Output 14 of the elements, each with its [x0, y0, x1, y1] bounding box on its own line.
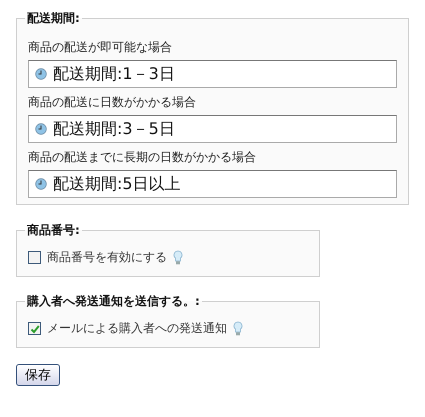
input-field[interactable]: 配送期間:3－5日 — [28, 115, 397, 143]
panel-title: 商品番号: — [26, 222, 81, 239]
field-label: 商品の配送までに長期の日数がかかる場合 — [28, 149, 257, 166]
checkbox-label[interactable]: 商品番号を有効にする — [47, 249, 167, 266]
save-button[interactable]: 保存 — [16, 364, 60, 386]
checkbox[interactable] — [28, 251, 41, 264]
field-label: 商品の配送が即可能な場合 — [28, 39, 173, 56]
input-field[interactable]: 配送期間:5日以上 — [28, 170, 397, 198]
input-field[interactable]: 配送期間:1－3日 — [28, 60, 397, 88]
checkbox[interactable] — [28, 322, 41, 335]
panel-title: 配送期間: — [26, 10, 81, 27]
checkbox-label[interactable]: メールによる購入者への発送通知 — [47, 320, 227, 337]
panel-title: 購入者へ発送通知を送信する。: — [26, 293, 201, 310]
field-label: 商品の配送に日数がかかる場合 — [28, 94, 197, 111]
